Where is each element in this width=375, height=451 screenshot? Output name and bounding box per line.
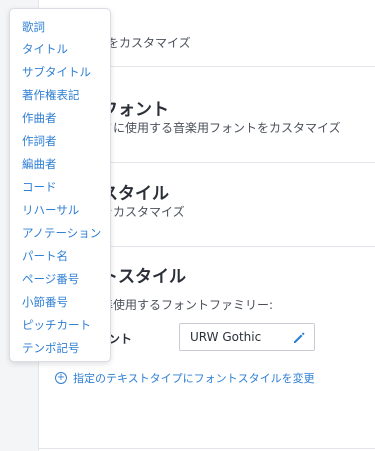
menu-item-page-number[interactable]: ページ番号 — [22, 271, 79, 287]
menu-item-measure-number[interactable]: 小節番号 — [22, 294, 68, 310]
plus-circle-icon: + — [55, 372, 67, 384]
section-desc-style: をカスタマイズ — [101, 205, 185, 219]
section-desc-text-style: 準使用するフォントファミリー: — [101, 298, 274, 312]
change-font-style-link[interactable]: + 指定のテキストタイプにフォントスタイルを変更 — [55, 370, 315, 386]
menu-item-chord[interactable]: コード — [22, 179, 57, 195]
menu-item-composer[interactable]: 作曲者 — [22, 110, 57, 126]
menu-item-annotation[interactable]: アノテーション — [22, 225, 101, 241]
section-desc-music-font: フに使用する音楽用フォントをカスタマイズ — [101, 121, 341, 135]
menu-item-subtitle[interactable]: サブタイトル — [22, 64, 91, 80]
pencil-icon[interactable] — [292, 330, 306, 344]
menu-item-title[interactable]: タイトル — [22, 41, 68, 57]
font-field-label: ント — [108, 332, 133, 346]
menu-item-tempo-mark[interactable]: テンポ記号 — [22, 340, 80, 356]
menu-item-rehearsal[interactable]: リハーサル — [22, 202, 79, 218]
section-title-style: スタイル — [101, 184, 169, 204]
section-title-music-font: フォント — [101, 100, 169, 120]
menu-item-part-name[interactable]: パート名 — [22, 248, 68, 264]
menu-item-arranger[interactable]: 編曲者 — [22, 156, 57, 172]
menu-item-lyrics[interactable]: 歌詞 — [22, 19, 45, 35]
font-family-value: URW Gothic — [190, 330, 262, 344]
text-type-menu: 歌詞 タイトル サブタイトル 著作権表記 作曲者 作詞者 編曲者 コード リハー… — [9, 8, 111, 362]
font-family-input[interactable]: URW Gothic — [179, 323, 315, 351]
menu-item-copyright[interactable]: 著作権表記 — [22, 87, 80, 103]
menu-item-lyricist[interactable]: 作詞者 — [22, 133, 57, 149]
menu-item-pizzicato[interactable]: ピッチカート — [22, 317, 91, 333]
change-font-style-label: 指定のテキストタイプにフォントスタイルを変更 — [73, 372, 315, 385]
section-title-text-style: トスタイル — [101, 267, 186, 287]
panel-bottom-border — [38, 448, 375, 449]
